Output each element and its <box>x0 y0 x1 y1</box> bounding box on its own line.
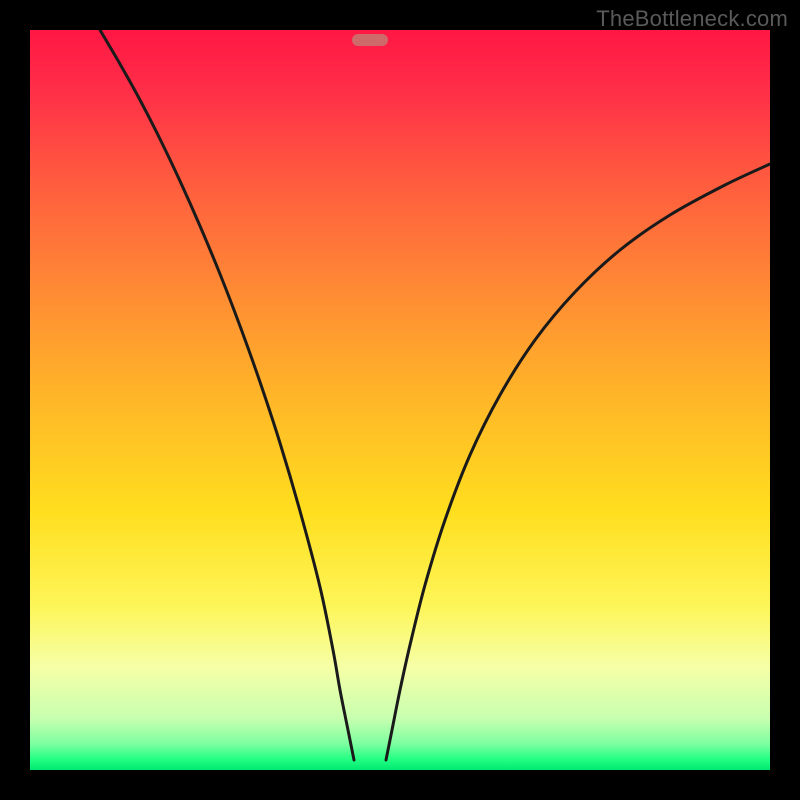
left-curve <box>100 30 354 760</box>
watermark-text: TheBottleneck.com <box>596 6 788 32</box>
plot-area <box>30 30 770 770</box>
min-marker <box>352 34 388 46</box>
right-curve <box>386 164 770 760</box>
chart-frame: TheBottleneck.com <box>0 0 800 800</box>
curve-layer <box>30 30 770 770</box>
